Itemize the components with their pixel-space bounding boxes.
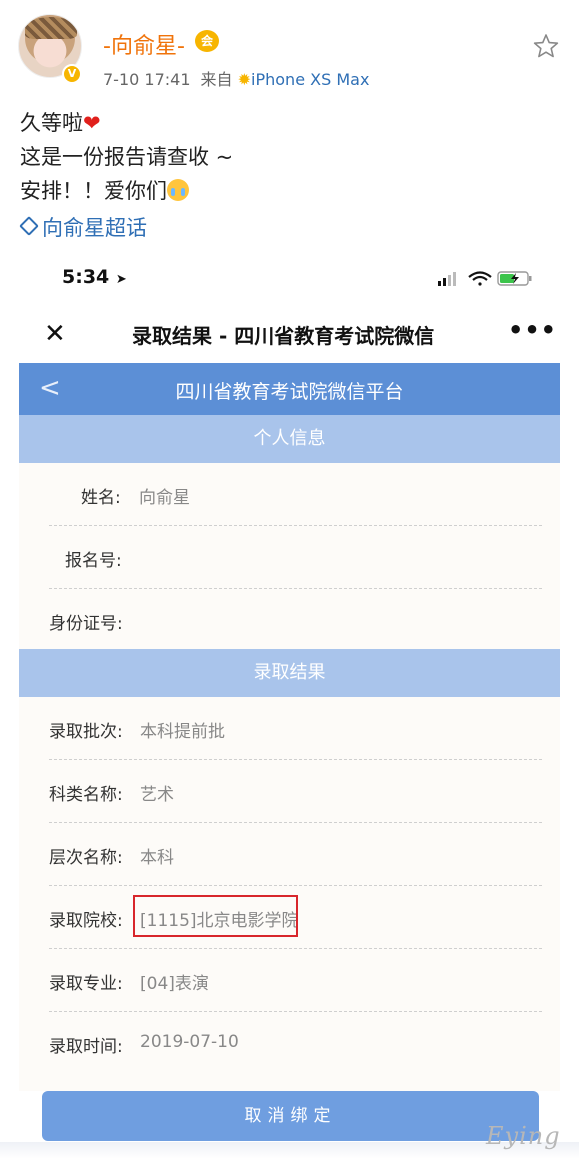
field-label: 姓名: <box>81 488 121 508</box>
field-label: 录取专业: <box>49 974 123 994</box>
result-row: 录取时间: 2019-07-10 <box>19 1012 560 1075</box>
device-name[interactable]: iPhone XS Max <box>251 70 369 89</box>
embedded-screenshot: 5:34 ➤ ✕ 录取结果 - 四川省教育考试院微信 ••• < 四川省教育考试… <box>0 250 579 1159</box>
platform-header: < 四川省教育考试院微信平台 <box>19 363 560 415</box>
page-title: 录取结果 - 四川省教育考试院微信 <box>132 324 435 348</box>
info-row: 报名号: <box>19 526 560 589</box>
wifi-icon <box>468 271 492 286</box>
heart-icon: ❤ <box>83 111 101 135</box>
field-label: 报名号: <box>65 551 122 571</box>
close-icon[interactable]: ✕ <box>44 319 66 349</box>
member-badge-icon: 会 <box>195 30 219 52</box>
post-time: 7-10 17:41 <box>103 70 191 89</box>
result-row: 录取批次: 本科提前批 <box>19 697 560 760</box>
user-name[interactable]: -向俞星- <box>103 28 185 60</box>
sun-icon: ✹ <box>237 70 252 89</box>
field-value: 本科提前批 <box>140 722 225 742</box>
platform-title: 四川省教育考试院微信平台 <box>175 381 404 403</box>
result-row: 录取专业: [04]表演 <box>19 949 560 1012</box>
field-value: 艺术 <box>140 785 174 805</box>
verified-icon: V <box>62 64 82 84</box>
info-row: 身份证号: <box>19 589 560 652</box>
diamond-icon <box>19 216 39 236</box>
result-row: 录取院校: [1115]北京电影学院 <box>19 886 560 949</box>
post-text: 久等啦❤ 这是一份报告请查收 ~ 安排！！爱你们 <box>20 106 233 208</box>
field-value: 2019-07-10 <box>140 1032 239 1052</box>
result-row: 科类名称: 艺术 <box>19 760 560 823</box>
signal-icon <box>438 272 456 286</box>
avatar-hat <box>25 17 77 39</box>
field-label: 身份证号: <box>49 614 123 634</box>
field-label: 科类名称: <box>49 785 123 805</box>
admission-result-panel: 录取批次: 本科提前批 科类名称: 艺术 层次名称: 本科 录取院校: [111… <box>19 697 560 1091</box>
field-label: 录取批次: <box>49 722 123 742</box>
watermark-logo: Eying <box>486 1122 561 1150</box>
field-label: 层次名称: <box>49 848 123 868</box>
field-label: 录取院校: <box>49 911 123 931</box>
status-icons <box>438 271 532 286</box>
source-prefix: 来自 <box>200 70 233 89</box>
section-personal-info: 个人信息 <box>19 415 560 473</box>
post-meta: 7-10 17:41 来自 ✹iPhone XS Max <box>103 66 369 90</box>
battery-icon <box>497 271 532 286</box>
post-header: V -向俞星- 会 7-10 17:41 来自 ✹iPhone XS Max <box>0 0 579 100</box>
highlight-box <box>133 895 298 937</box>
crying-emoji-icon <box>167 179 189 201</box>
unbind-button[interactable]: 取消绑定 <box>42 1091 539 1141</box>
topic-link[interactable]: 向俞星超话 <box>19 212 147 242</box>
post-text-line-3: 安排！！爱你们 <box>20 174 233 208</box>
section-admission-result: 录取结果 <box>19 649 560 707</box>
result-row: 层次名称: 本科 <box>19 823 560 886</box>
field-value: 本科 <box>140 848 174 868</box>
post-text-line-2: 这是一份报告请查收 ~ <box>20 145 234 169</box>
personal-info-panel: 姓名: 向俞星 报名号: 身份证号: <box>19 463 560 649</box>
post-text-line-1: 久等啦❤ <box>20 111 101 135</box>
status-time: 5:34 ➤ <box>62 266 127 288</box>
more-icon[interactable]: ••• <box>508 316 557 344</box>
info-row: 姓名: 向俞星 <box>19 463 560 526</box>
field-value: [04]表演 <box>140 974 209 994</box>
field-label: 录取时间: <box>49 1037 123 1057</box>
field-value: 向俞星 <box>139 488 190 508</box>
star-icon[interactable] <box>532 32 560 60</box>
